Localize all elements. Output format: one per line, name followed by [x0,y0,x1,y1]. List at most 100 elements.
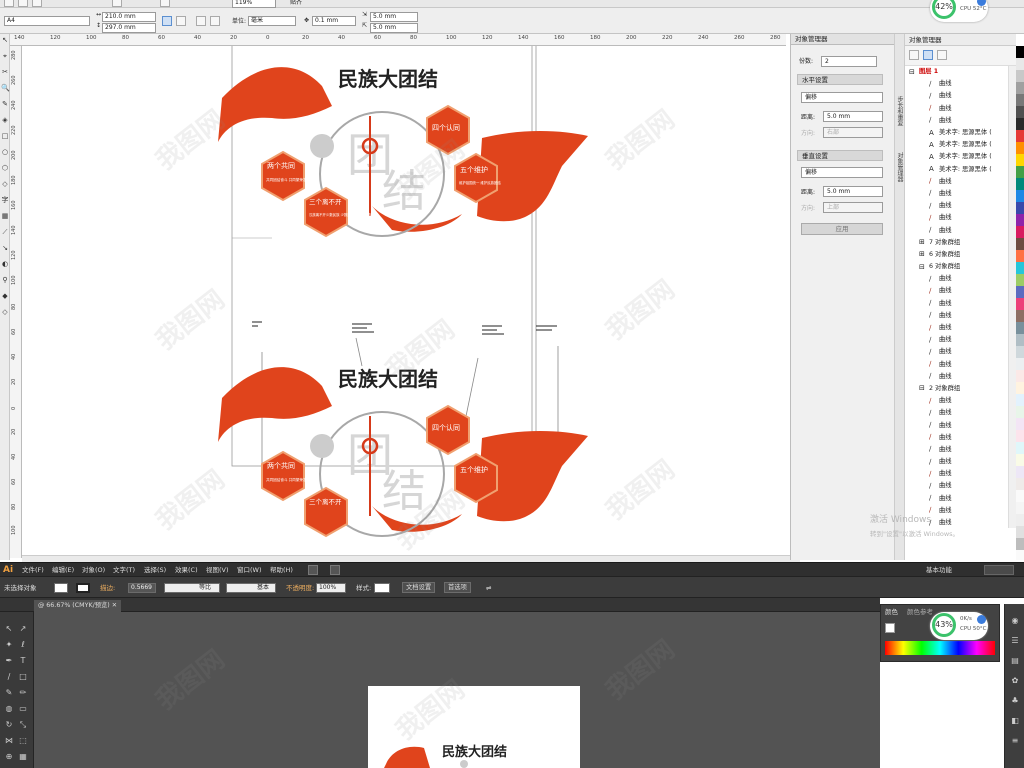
palette-swatch[interactable] [1016,226,1024,238]
object-tree-row[interactable]: ∕ 曲线 [905,188,1009,200]
graphic-styles-panel-icon[interactable]: ◧ [1010,716,1020,726]
appearance-panel-icon[interactable]: ◉ [1010,616,1020,626]
freehand-tool-icon[interactable]: ✎ [1,100,9,108]
pencil-tool-icon[interactable]: ✏ [18,688,28,698]
palette-swatch[interactable] [1016,106,1024,118]
palette-swatch[interactable] [1016,526,1024,538]
object-tree-row[interactable]: ∕ 曲线 [905,334,1009,346]
type-tool-icon[interactable]: T [18,656,28,666]
object-tree-row[interactable]: A 美术字: 思源黑体 ( [905,164,1009,176]
palette-swatch[interactable] [1016,454,1024,466]
menu-edit[interactable]: 编辑(E) [52,563,74,577]
eyedropper-tool-icon[interactable]: ⚲ [1,276,9,284]
palette-swatch[interactable] [1016,118,1024,130]
all-pages-button[interactable] [196,16,206,26]
palette-swatch[interactable] [1016,130,1024,142]
object-tree[interactable]: ⊟ 图层 1 ∕ 曲线 ∕ 曲线 ∕ 曲线 ∕ 曲线 A 美术字: 思源黑体 (A 美术字: 思源黑体 … [905,66,1009,528]
menu-select[interactable]: 选择(S) [144,563,166,577]
object-tree-row[interactable]: ∕ 曲线 [905,444,1009,456]
object-tree-row[interactable]: A 美术字: 思源黑体 ( [905,151,1009,163]
variable-width-profile[interactable]: 等比 [164,583,220,593]
arrange-documents-icon[interactable] [330,565,340,575]
h-distance-field[interactable]: 5.0 mm [823,111,883,122]
palette-swatch[interactable] [1016,262,1024,274]
apply-button[interactable]: 应用 [801,223,883,235]
palette-swatch[interactable] [1016,490,1024,502]
layer-manager-icon[interactable] [937,50,947,60]
lasso-tool-icon[interactable]: ℓ [18,640,28,650]
h-direction-select[interactable]: 右部 [823,127,883,138]
stroke-weight-field[interactable]: 0.5669 [128,583,156,593]
palette-swatch[interactable] [1016,142,1024,154]
object-tree-row[interactable]: ⊞ 6 对象群组 [905,249,1009,261]
object-tree-row[interactable]: ∕ 曲线 [905,432,1009,444]
landscape-button[interactable] [176,16,186,26]
cpu-monitor-widget[interactable]: 42% CPU 52°C [930,0,988,22]
fill-stroke-swatch[interactable] [885,623,895,633]
palette-swatch[interactable] [1016,286,1024,298]
new-doc-icon[interactable] [4,0,14,7]
object-tree-row[interactable]: ∕ 曲线 [905,115,1009,127]
copies-field[interactable]: 2 [821,56,877,67]
brush-definition[interactable]: 基本 [226,583,276,593]
opacity-label[interactable]: 不透明度: [286,583,314,593]
object-tree-row[interactable]: ∕ 曲线 [905,407,1009,419]
document-setup-button[interactable]: 文档设置 [402,582,436,593]
pen-tool-icon[interactable]: ✒ [4,656,14,666]
palette-swatch[interactable] [1016,58,1024,70]
shape-builder-tool-icon[interactable]: ⊕ [4,752,14,762]
show-properties-icon[interactable] [909,50,919,60]
edit-across-layers-icon[interactable] [923,50,933,60]
fill-swatch[interactable] [54,583,68,593]
palette-swatch[interactable] [1016,430,1024,442]
palette-swatch[interactable] [1016,346,1024,358]
import-icon[interactable] [160,0,170,7]
width-tool-icon[interactable]: ⋈ [4,736,14,746]
object-tree-row[interactable]: ∕ 曲线 [905,371,1009,383]
object-tree-row[interactable]: ∕ 曲线 [905,212,1009,224]
layers-panel-icon[interactable]: ☰ [1010,636,1020,646]
menu-view[interactable]: 视图(V) [206,563,229,577]
pick-tool-icon[interactable]: ↖ [1,36,9,44]
shape-tool-icon[interactable]: ⌖ [1,52,9,60]
basic-shapes-icon[interactable]: ◇ [1,180,9,188]
snap-to-dropdown[interactable]: 贴齐 [290,0,302,7]
stroke-panel-icon[interactable]: ≡ [1010,736,1020,746]
object-tree-row[interactable]: ∕ 曲线 [905,273,1009,285]
save-icon[interactable] [32,0,42,7]
palette-swatch[interactable] [1016,370,1024,382]
swatches-panel-icon[interactable]: ▤ [1010,656,1020,666]
palette-swatch[interactable] [1016,202,1024,214]
object-tree-row[interactable]: ∕ 曲线 [905,298,1009,310]
palette-swatch[interactable] [1016,322,1024,334]
object-tree-row[interactable]: ∕ 曲线 [905,468,1009,480]
object-tree-row[interactable]: ∕ 曲线 [905,480,1009,492]
nudge-distance-field[interactable]: 0.1 mm [312,16,356,26]
palette-swatch[interactable] [1016,274,1024,286]
selection-tool-icon[interactable]: ↖ [4,624,14,634]
palette-swatch[interactable] [1016,34,1024,46]
object-tree-row[interactable]: ∕ 曲线 [905,493,1009,505]
direct-selection-tool-icon[interactable]: ↗ [18,624,28,634]
object-tree-row[interactable]: ∕ 曲线 [905,359,1009,371]
menu-effect[interactable]: 效果(C) [175,563,198,577]
tab-step-repeat[interactable]: 步长和重复 [896,96,904,126]
palette-swatch[interactable] [1016,94,1024,106]
graphic-style-swatch[interactable] [374,583,390,593]
preferences-button[interactable]: 首选项 [444,582,471,593]
vertical-settings-header[interactable]: 垂直设置 [797,150,883,161]
color-spectrum[interactable] [885,641,995,655]
color-palette[interactable] [1016,34,1024,560]
menu-file[interactable]: 文件(F) [22,563,44,577]
dimension-tool-icon[interactable]: ⟋ [1,228,9,236]
rectangle-tool-icon-ai[interactable]: □ [18,672,28,682]
close-tab-icon[interactable]: ✕ [112,602,117,609]
palette-swatch[interactable] [1016,178,1024,190]
object-tree-row[interactable]: ∕ 曲线 [905,285,1009,297]
palette-swatch[interactable] [1016,406,1024,418]
rectangle-tool-icon[interactable]: □ [1,132,9,140]
outline-tool-icon[interactable]: ◇ [1,308,9,316]
page-height-field[interactable]: 297.0 mm [102,23,156,33]
object-tree-row[interactable]: ⊟ 2 对象群组 [905,383,1009,395]
cpu-monitor-widget-2[interactable]: 43% 0K/s CPU 50°C [930,612,988,640]
